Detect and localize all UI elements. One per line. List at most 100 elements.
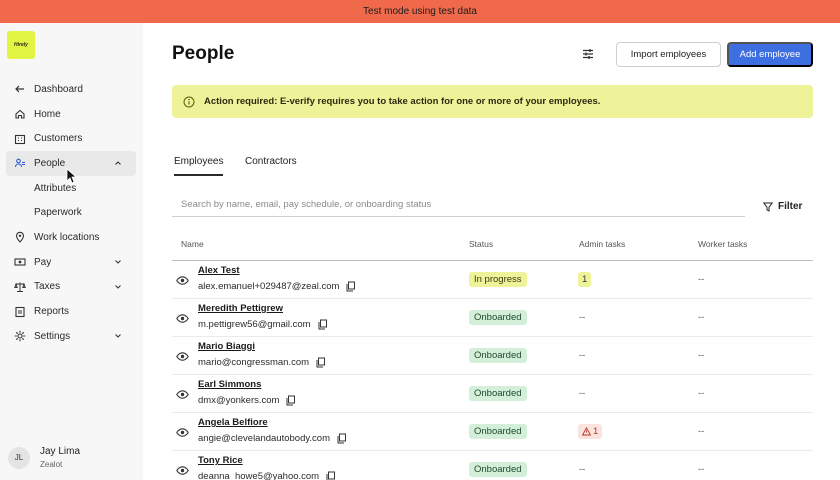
column-header-worker-tasks[interactable]: Worker tasks [698, 239, 747, 249]
search-input[interactable] [172, 193, 745, 217]
copy-icon[interactable] [325, 471, 336, 480]
people-tabs: Employees Contractors [172, 153, 813, 176]
table-row[interactable]: Angela Belfiore angie@clevelandautobody.… [172, 413, 813, 451]
add-employee-button[interactable]: Add employee [727, 42, 813, 67]
eye-icon[interactable] [176, 350, 189, 363]
employee-name[interactable]: Alex Test [198, 265, 240, 276]
sidebar-item-settings[interactable]: Settings [6, 324, 136, 349]
employee-email-text: dmx@yonkers.com [198, 395, 280, 406]
copy-icon[interactable] [336, 433, 347, 444]
copy-icon[interactable] [345, 281, 356, 292]
test-mode-banner: Test mode using test data [0, 0, 840, 23]
employee-email: angie@clevelandautobody.com [198, 433, 347, 444]
sidebar-item-label: Pay [34, 256, 52, 268]
sidebar-item-label: Home [34, 108, 61, 120]
worker-tasks-value: -- [698, 350, 705, 361]
employee-email: m.pettigrew56@gmail.com [198, 319, 328, 330]
copy-icon[interactable] [315, 357, 326, 368]
table-row[interactable]: Tony Rice deanna_howe5@yahoo.com Onboard… [172, 451, 813, 480]
employee-email-text: alex.emanuel+029487@zeal.com [198, 281, 340, 292]
tune-icon[interactable] [580, 46, 596, 62]
admin-tasks-value: -- [579, 312, 586, 323]
sidebar-item-customers[interactable]: Customers [6, 126, 136, 151]
copy-icon[interactable] [317, 319, 328, 330]
import-employees-button[interactable]: Import employees [616, 42, 721, 67]
column-header-status[interactable]: Status [469, 239, 493, 249]
sidebar-item-taxes[interactable]: Taxes [6, 275, 136, 300]
avatar: JL [8, 446, 30, 469]
admin-tasks-badge[interactable]: 1 [578, 272, 592, 287]
cash-icon [14, 256, 26, 268]
avatar-initials: JL [14, 453, 24, 462]
sidebar-item-home[interactable]: Home [6, 102, 136, 127]
sidebar-item-label: Paperwork [34, 207, 82, 219]
copy-icon[interactable] [285, 395, 296, 406]
page-title: People [172, 43, 235, 64]
eye-icon[interactable] [176, 274, 189, 287]
tab-employees[interactable]: Employees [174, 156, 224, 176]
eye-icon[interactable] [176, 464, 189, 477]
sidebar-item-reports[interactable]: Reports [6, 299, 136, 324]
scales-icon [14, 281, 26, 293]
eye-icon[interactable] [176, 312, 189, 325]
worker-tasks-value: -- [698, 274, 705, 285]
status-badge: Onboarded [469, 348, 527, 363]
chevron-down-icon[interactable] [114, 258, 122, 266]
company-logo[interactable]: Hirely [7, 31, 35, 59]
people-icon [14, 157, 26, 169]
sidebar-item-label: Dashboard [34, 83, 83, 95]
sidebar: Hirely Dashboard Home Customers People A… [0, 23, 143, 480]
location-pin-icon [14, 231, 26, 244]
employee-name[interactable]: Earl Simmons [198, 379, 261, 390]
building-icon [14, 133, 26, 145]
sidebar-item-pay[interactable]: Pay [6, 250, 136, 275]
employee-email: alex.emanuel+029487@zeal.com [198, 281, 356, 292]
employee-name[interactable]: Angela Belfiore [198, 417, 268, 428]
table-row[interactable]: Alex Test alex.emanuel+029487@zeal.com I… [172, 261, 813, 299]
main-content: People Import employees Add employee Act… [143, 23, 840, 480]
worker-tasks-value: -- [698, 464, 705, 475]
table-row[interactable]: Mario Biaggi mario@congressman.com Onboa… [172, 337, 813, 375]
filter-icon [763, 202, 773, 212]
admin-tasks-value: -- [579, 464, 586, 475]
sidebar-nav: Dashboard Home Customers People Attribut… [6, 77, 136, 349]
chevron-up-icon[interactable] [114, 159, 122, 167]
worker-tasks-value: -- [698, 426, 705, 437]
eye-icon[interactable] [176, 388, 189, 401]
info-icon [183, 96, 195, 107]
status-badge: In progress [469, 272, 527, 287]
sidebar-item-paperwork[interactable]: Paperwork [6, 200, 136, 225]
chevron-down-icon[interactable] [114, 332, 122, 340]
sidebar-item-label: Work locations [34, 231, 100, 243]
admin-tasks-badge[interactable]: 1 [578, 424, 603, 439]
table-row[interactable]: Meredith Pettigrew m.pettigrew56@gmail.c… [172, 299, 813, 337]
employee-name[interactable]: Mario Biaggi [198, 341, 255, 352]
table-row[interactable]: Earl Simmons dmx@yonkers.com Onboarded -… [172, 375, 813, 413]
admin-tasks-value: -- [579, 388, 586, 399]
status-badge: Onboarded [469, 310, 527, 325]
sidebar-item-work-locations[interactable]: Work locations [6, 225, 136, 250]
column-header-name[interactable]: Name [181, 239, 204, 249]
employee-name[interactable]: Meredith Pettigrew [198, 303, 283, 314]
sidebar-item-label: People [34, 157, 66, 169]
filter-button[interactable]: Filter [763, 201, 802, 212]
sidebar-item-label: Attributes [34, 182, 77, 194]
tab-contractors[interactable]: Contractors [245, 156, 297, 167]
status-badge: Onboarded [469, 424, 527, 439]
sidebar-item-label: Taxes [34, 281, 61, 293]
sidebar-item-dashboard[interactable]: Dashboard [6, 77, 136, 102]
eye-icon[interactable] [176, 426, 189, 439]
report-icon [14, 306, 26, 318]
status-badge: Onboarded [469, 386, 527, 401]
logo-text: Hirely [14, 42, 28, 48]
mouse-cursor-icon [66, 168, 76, 184]
employee-name[interactable]: Tony Rice [198, 455, 243, 466]
user-profile[interactable]: JL Jay Lima Zealot [8, 446, 80, 469]
admin-tasks-value: -- [579, 350, 586, 361]
column-header-admin-tasks[interactable]: Admin tasks [579, 239, 625, 249]
alert-text: Action required: E-verify requires you t… [204, 96, 601, 107]
filter-label: Filter [778, 201, 803, 212]
chevron-down-icon[interactable] [114, 283, 122, 291]
employee-email-text: mario@congressman.com [198, 357, 310, 368]
sidebar-item-label: Reports [34, 306, 70, 318]
